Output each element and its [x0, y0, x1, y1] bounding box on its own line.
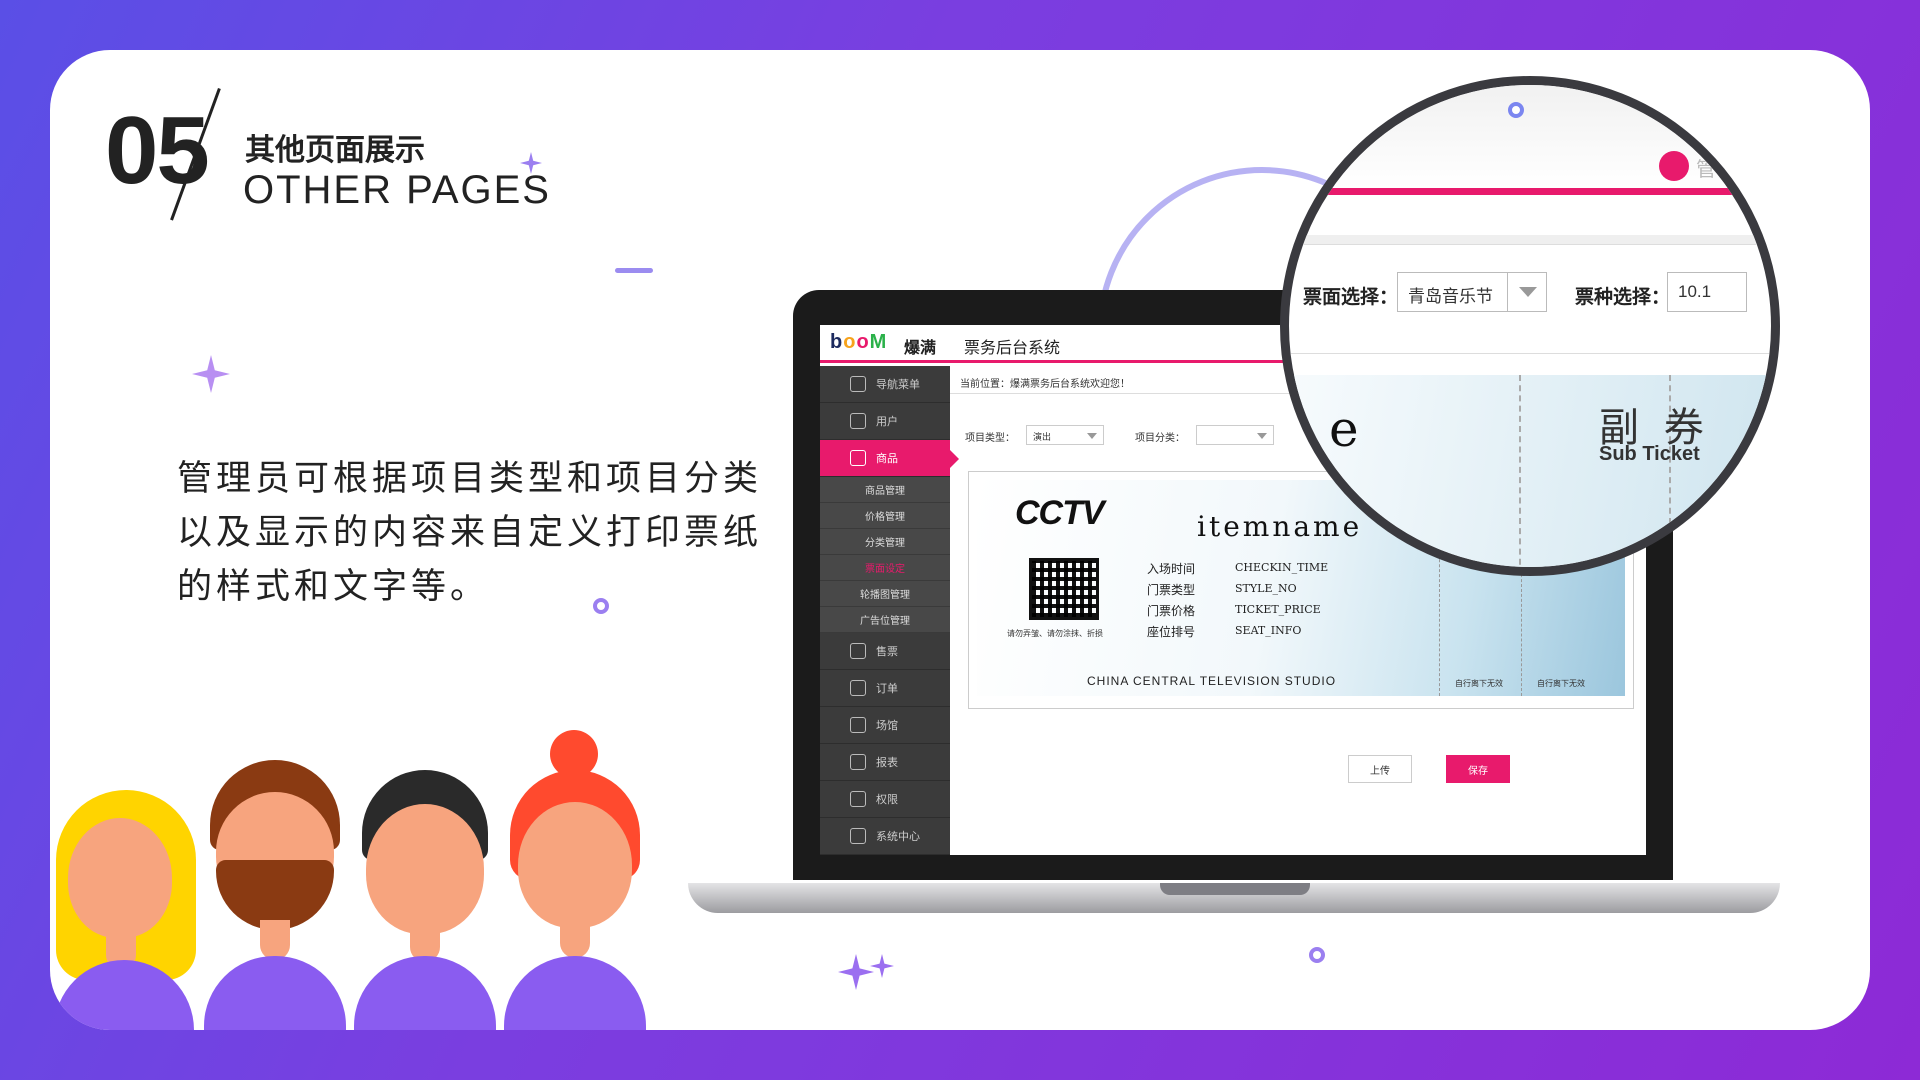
qr-note: 请勿弄皱、请勿涂抹、折损	[1007, 629, 1103, 638]
ticket-row-label: 门票类型	[1147, 583, 1196, 597]
ticket-kind-select[interactable]: 10.1	[1667, 272, 1747, 312]
section-number: 05	[105, 97, 210, 204]
user-label: 管	[1696, 159, 1716, 181]
sidebar-sub-category-manage[interactable]: 分类管理	[820, 529, 950, 555]
person-illustration-bun-hair	[500, 730, 650, 1030]
brand-logo[interactable]: booM	[830, 331, 887, 354]
sidebar-sub-price-manage[interactable]: 价格管理	[820, 503, 950, 529]
brand-logo-cn: 爆满	[904, 340, 937, 357]
zoom-divider	[1289, 353, 1771, 354]
ticket-row-label: 座位排号	[1147, 625, 1196, 639]
clipboard-icon	[850, 754, 866, 770]
ticket-row-value: TICKET_PRICE	[1235, 603, 1321, 616]
slide-card: 05 其他页面展示 OTHER PAGES 管理员可根据项目类型和项目分类 以及…	[50, 50, 1870, 1030]
zoom-band	[1289, 235, 1771, 245]
building-icon	[850, 717, 866, 733]
sparkle-icon	[870, 954, 894, 978]
stub-note: 自行离下无效	[1455, 679, 1503, 688]
sidebar-item-venues[interactable]: 场馆	[820, 707, 950, 744]
stub-note: 自行离下无效	[1537, 679, 1585, 688]
project-type-select[interactable]: 演出	[1026, 425, 1104, 445]
section-title-cn: 其他页面展示	[245, 134, 425, 167]
ticket-brand-logo: CCTV	[1015, 494, 1105, 532]
chevron-down-icon[interactable]	[1507, 272, 1547, 312]
user-avatar-icon[interactable]	[1659, 151, 1689, 181]
magnifier-zoom: 管 票面选择： 青岛音乐节 票种选择： 10.1 e 副 券 Sub Ticke…	[1280, 76, 1780, 576]
laptop-notch	[1160, 883, 1310, 895]
qr-code	[1029, 558, 1099, 620]
sidebar-item-permissions[interactable]: 权限	[820, 781, 950, 818]
bag-icon	[850, 450, 866, 466]
zoom-ticket-letter: e	[1329, 400, 1359, 458]
sidebar-item-goods[interactable]: 商品	[820, 440, 959, 477]
person-illustration-dark-hair	[350, 770, 500, 1030]
sparkle-icon	[838, 954, 874, 990]
upload-button[interactable]: 上传	[1348, 755, 1412, 783]
decor-dash	[615, 268, 653, 273]
sidebar: 导航菜单 用户 商品 商品管理 价格管理 分类管理 票面设定 轮播图管理 广告位…	[820, 366, 959, 855]
ticket-row-value: SEAT_INFO	[1235, 624, 1302, 637]
person-illustration-blonde	[50, 790, 196, 1030]
sidebar-item-orders[interactable]: 订单	[820, 670, 950, 707]
sidebar-sub-ticket-face[interactable]: 票面设定	[820, 555, 950, 581]
description: 管理员可根据项目类型和项目分类 以及显示的内容来自定义打印票纸 的样式和文字等。	[177, 459, 763, 607]
sidebar-item-system[interactable]: 系统中心	[820, 818, 950, 855]
ticket-row-value: STYLE_NO	[1235, 582, 1297, 595]
decor-dot	[1309, 947, 1325, 963]
ticket-studio: CHINA CENTRAL TELEVISION STUDIO	[1087, 674, 1337, 688]
ticket-row-label: 门票价格	[1147, 604, 1196, 618]
project-type-label: 项目类型：	[965, 433, 1015, 444]
sidebar-sub-ad-manage[interactable]: 广告位管理	[820, 607, 950, 633]
list-icon	[850, 643, 866, 659]
sidebar-sub-carousel-manage[interactable]: 轮播图管理	[820, 581, 950, 607]
zoom-perforation	[1519, 375, 1521, 567]
sparkle-icon	[192, 355, 230, 393]
save-button[interactable]: 保存	[1446, 755, 1510, 783]
sidebar-item-user[interactable]: 用户	[820, 403, 950, 440]
person-illustration-bearded	[200, 760, 350, 1030]
user-icon	[850, 413, 866, 429]
stub-title-en: Sub Ticket	[1599, 443, 1700, 465]
sidebar-item-reports[interactable]: 报表	[820, 744, 950, 781]
gear-icon	[850, 828, 866, 844]
sparkle-icon	[520, 152, 542, 174]
lock-icon	[850, 791, 866, 807]
document-icon	[850, 680, 866, 696]
ticket-row-label: 入场时间	[1147, 562, 1196, 576]
project-category-select[interactable]	[1196, 425, 1274, 445]
decor-dot	[1508, 102, 1524, 118]
system-title: 票务后台系统	[964, 340, 1061, 357]
grid-icon	[850, 376, 866, 392]
section-title-en: OTHER PAGES	[243, 168, 551, 212]
breadcrumb: 当前位置：爆满票务后台系统欢迎您！	[960, 379, 1130, 390]
ticket-face-label: 票面选择：	[1303, 287, 1399, 308]
sidebar-item-sales[interactable]: 售票	[820, 633, 950, 670]
sidebar-item-nav-menu[interactable]: 导航菜单	[820, 366, 950, 403]
sidebar-sub-goods-manage[interactable]: 商品管理	[820, 477, 950, 503]
project-category-label: 项目分类：	[1135, 433, 1185, 444]
ticket-kind-label: 票种选择：	[1575, 287, 1671, 308]
